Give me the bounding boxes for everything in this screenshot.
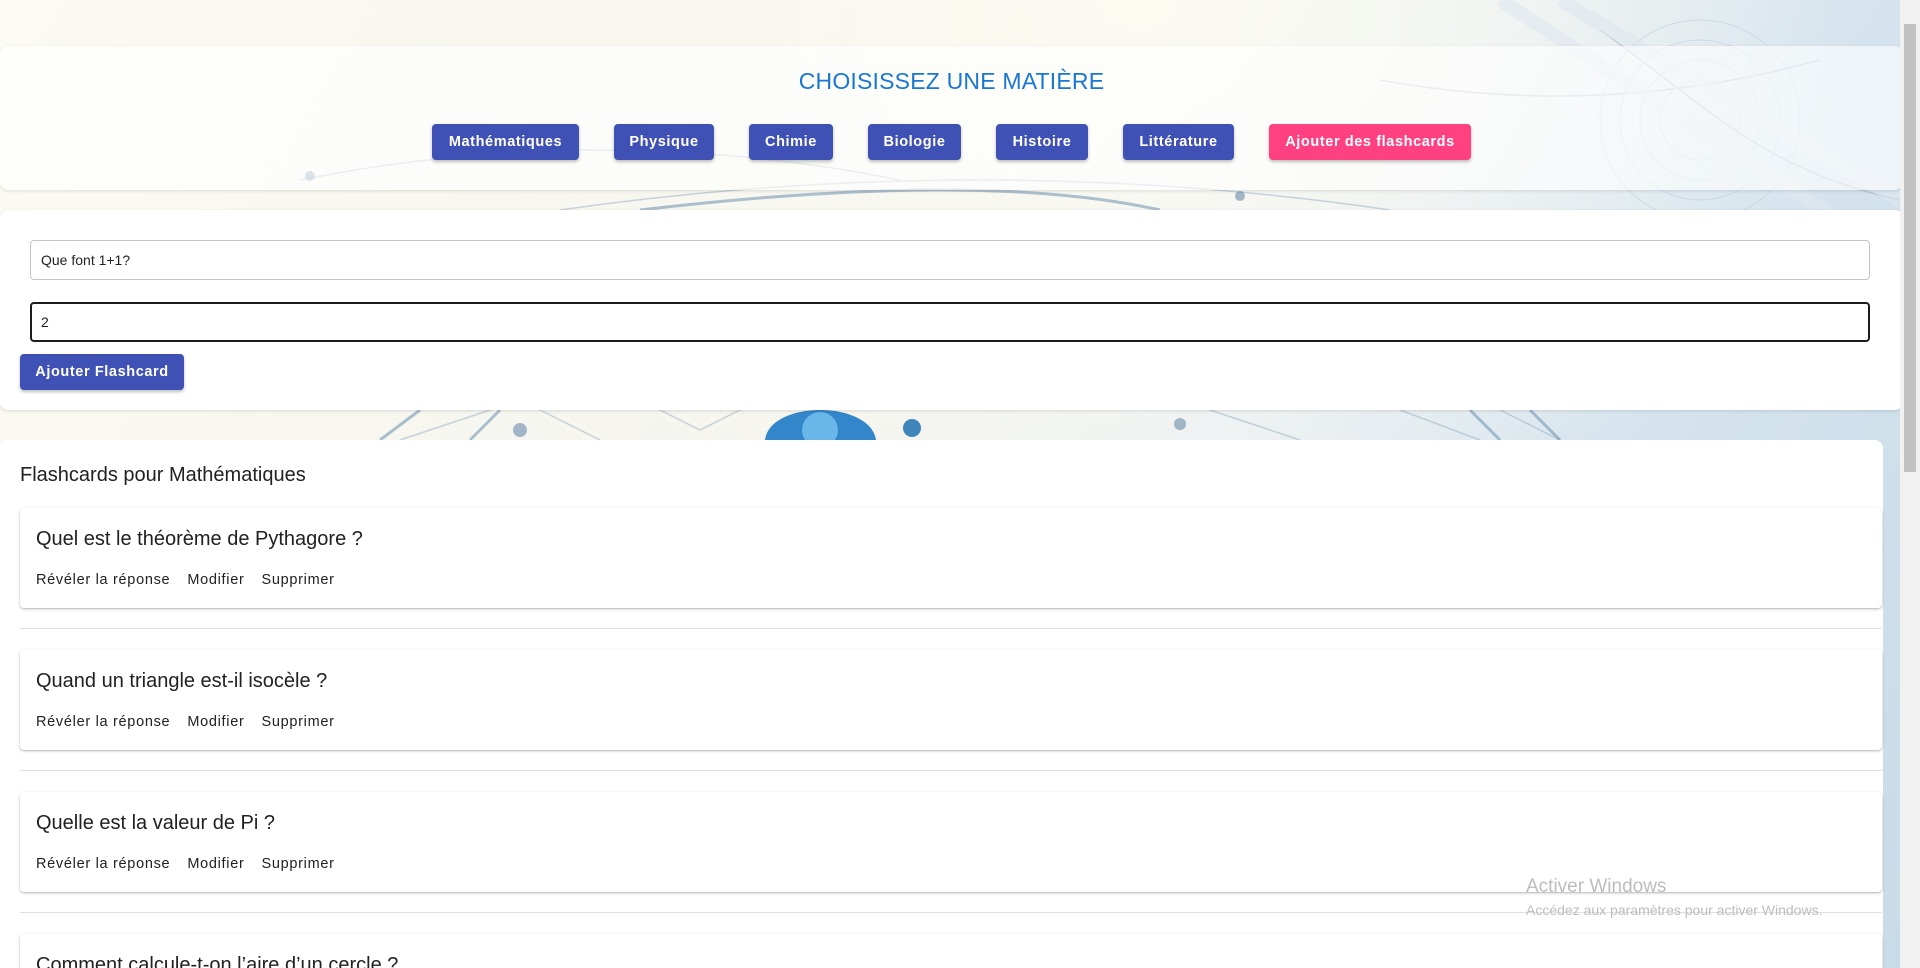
subject-button-physique[interactable]: Physique — [614, 124, 714, 160]
delete-button[interactable]: Supprimer — [261, 714, 334, 730]
reveal-answer-button[interactable]: Révéler la réponse — [36, 572, 170, 588]
flashcard-question: Quelle est la valeur de Pi ? — [36, 812, 276, 834]
flashcard-actions: Révéler la réponse Modifier Supprimer — [36, 714, 352, 730]
flashcard-question: Quand un triangle est-il isocèle ? — [36, 670, 328, 692]
subject-button-biologie[interactable]: Biologie — [868, 124, 961, 160]
windows-activation-watermark: Activer Windows Accédez aux paramètres p… — [1526, 876, 1822, 918]
add-flashcard-form: Ajouter Flashcard — [0, 210, 1903, 410]
edit-button[interactable]: Modifier — [187, 856, 244, 872]
scrollbar-thumb[interactable] — [1904, 24, 1916, 472]
vertical-scrollbar[interactable] — [1900, 0, 1920, 968]
reveal-answer-button[interactable]: Révéler la réponse — [36, 856, 170, 872]
answer-input[interactable] — [30, 302, 1870, 342]
flashcard-item: Quel est le théorème de Pythagore ? Révé… — [20, 508, 1882, 608]
delete-button[interactable]: Supprimer — [261, 856, 334, 872]
flashcard-question: Comment calcule-t-on l’aire d’un cercle … — [36, 954, 399, 968]
flashcard-actions: Révéler la réponse Modifier Supprimer — [36, 572, 352, 588]
list-title: Flashcards pour Mathématiques — [20, 464, 306, 486]
subject-buttons-row: Mathématiques Physique Chimie Biologie H… — [0, 124, 1903, 160]
edit-button[interactable]: Modifier — [187, 714, 244, 730]
subject-button-mathematiques[interactable]: Mathématiques — [432, 124, 579, 160]
delete-button[interactable]: Supprimer — [261, 572, 334, 588]
question-input[interactable] — [30, 240, 1870, 280]
divider — [20, 770, 1882, 771]
flashcard-actions: Révéler la réponse Modifier Supprimer — [36, 856, 352, 872]
flashcard-item: Quand un triangle est-il isocèle ? Révél… — [20, 650, 1882, 750]
page-title: CHOISISSEZ UNE MATIÈRE — [798, 68, 1105, 94]
watermark-subtitle: Accédez aux paramètres pour activer Wind… — [1526, 902, 1823, 918]
reveal-answer-button[interactable]: Révéler la réponse — [36, 714, 170, 730]
flashcard-item: Comment calcule-t-on l’aire d’un cercle … — [20, 934, 1882, 968]
divider — [20, 628, 1882, 629]
submit-flashcard-button[interactable]: Ajouter Flashcard — [20, 354, 184, 390]
subject-button-chimie[interactable]: Chimie — [749, 124, 833, 160]
add-flashcards-button[interactable]: Ajouter des flashcards — [1269, 124, 1471, 160]
subject-button-litterature[interactable]: Littérature — [1123, 124, 1234, 160]
flashcard-question: Quel est le théorème de Pythagore ? — [36, 528, 363, 550]
watermark-title: Activer Windows — [1526, 876, 1667, 897]
edit-button[interactable]: Modifier — [187, 572, 244, 588]
subject-selector-card: CHOISISSEZ UNE MATIÈRE Mathématiques Phy… — [0, 46, 1903, 190]
subject-button-histoire[interactable]: Histoire — [996, 124, 1088, 160]
